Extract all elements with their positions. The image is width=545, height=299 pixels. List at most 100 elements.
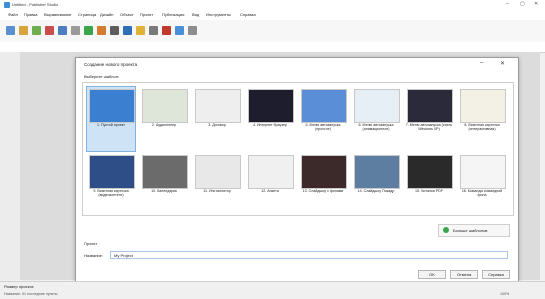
template-thumbnail bbox=[89, 89, 135, 123]
close-button[interactable]: ✕ bbox=[534, 1, 538, 7]
template-label: 6. Меню автозапуска (анимационное) bbox=[358, 123, 394, 131]
template-thumbnail bbox=[142, 89, 188, 123]
template-label: 4. Интернет браузер bbox=[252, 123, 288, 127]
toolbar-tool-icon[interactable] bbox=[97, 26, 106, 35]
app-icon bbox=[4, 2, 10, 8]
menu-edit[interactable]: Правка bbox=[24, 12, 38, 17]
minimize-button[interactable]: – bbox=[506, 1, 509, 7]
dialog-close-button[interactable]: ✕ bbox=[500, 60, 505, 67]
window-title: Untitled - Publisher Studio bbox=[12, 2, 59, 7]
name-label: Название: bbox=[84, 253, 103, 258]
template-card[interactable]: 3. Договор bbox=[193, 87, 241, 151]
template-label: 7. Меню автозапуска (стиль Windows XP) bbox=[405, 123, 453, 131]
project-name-input[interactable]: My Project bbox=[110, 251, 508, 259]
template-thumbnail bbox=[301, 89, 347, 123]
template-gallery: 1. Пустой проект 2. Аудиоплеер 3. Договор 4… bbox=[82, 82, 514, 216]
template-card[interactable]: 10. Календарик bbox=[140, 153, 188, 217]
template-thumbnail bbox=[248, 155, 294, 189]
toolbar-tool-icon[interactable] bbox=[175, 26, 184, 35]
toolbar-tool-icon[interactable] bbox=[188, 26, 197, 35]
template-label: 13. Слайдшоу с фонами bbox=[302, 189, 344, 193]
menu-object[interactable]: Объект bbox=[120, 12, 134, 17]
template-card[interactable]: 16. Команды командной фона bbox=[458, 153, 506, 217]
template-thumbnail bbox=[89, 155, 135, 189]
status-bar: Размер проекта Название: 01 последние пу… bbox=[0, 281, 545, 299]
toolbar-tool-icon[interactable] bbox=[136, 26, 145, 35]
template-thumbnail bbox=[301, 155, 347, 189]
more-templates-label: Больше шаблонов bbox=[453, 228, 488, 233]
template-card[interactable]: 15. Читалка PDF bbox=[405, 153, 453, 217]
template-label: 16. Команды командной фона bbox=[461, 189, 503, 197]
status-text: Размер проекта bbox=[4, 284, 34, 289]
toolbar-tool-icon[interactable] bbox=[32, 26, 41, 35]
toolbar-tool-icon[interactable] bbox=[19, 26, 28, 35]
cancel-button[interactable]: Отмена bbox=[450, 270, 478, 279]
template-thumbnail bbox=[195, 155, 241, 189]
menu-bar: Файл Правка Выравнивание Страница Дизайн… bbox=[0, 10, 545, 20]
template-card[interactable]: 12. Анкета bbox=[246, 153, 294, 217]
template-card[interactable]: 8. Визитная карточка (интерактивная) bbox=[458, 87, 506, 151]
ok-button[interactable]: OK bbox=[418, 270, 446, 279]
toolbar-tool-icon[interactable] bbox=[71, 26, 80, 35]
template-thumbnail bbox=[354, 89, 400, 123]
template-label: 8. Визитная карточка (интерактивная) bbox=[464, 123, 500, 131]
menu-page[interactable]: Страница bbox=[78, 12, 96, 17]
template-pick-label: Выберите шаблон: bbox=[84, 74, 120, 79]
template-thumbnail bbox=[407, 155, 453, 189]
template-thumbnail bbox=[142, 155, 188, 189]
menu-file[interactable]: Файл bbox=[8, 12, 18, 17]
dialog-minimize-button[interactable]: – bbox=[480, 60, 483, 66]
menu-view[interactable]: Вид bbox=[192, 12, 199, 17]
menu-tools[interactable]: Инструменты bbox=[206, 12, 231, 17]
toolbar-tool-icon[interactable] bbox=[123, 26, 132, 35]
menu-publish[interactable]: Публикация bbox=[162, 12, 184, 17]
template-thumbnail bbox=[248, 89, 294, 123]
template-thumbnail bbox=[195, 89, 241, 123]
menu-align[interactable]: Выравнивание bbox=[44, 12, 72, 17]
template-card[interactable]: 5. Меню автозапуска (простое) bbox=[299, 87, 347, 151]
dialog-title: Создание нового проекта bbox=[84, 62, 138, 67]
toolbar bbox=[0, 20, 545, 43]
new-project-dialog: Создание нового проекта – ✕ Выберите шаб… bbox=[75, 57, 519, 283]
template-thumbnail bbox=[407, 89, 453, 123]
maximize-button[interactable]: ▢ bbox=[520, 1, 525, 7]
template-thumbnail bbox=[460, 155, 506, 189]
template-label: 1. Пустой проект bbox=[97, 123, 125, 127]
template-label: 3. Договор bbox=[208, 123, 226, 127]
title-bar: Untitled - Publisher Studio – ▢ ✕ bbox=[0, 0, 545, 10]
template-card[interactable]: 14. Слайдшоу Покадр bbox=[352, 153, 400, 217]
template-card[interactable]: 2. Аудиоплеер bbox=[140, 87, 188, 151]
left-panel bbox=[0, 52, 21, 280]
toolbar-tool-icon[interactable] bbox=[149, 26, 158, 35]
template-card[interactable]: 6. Меню автозапуска (анимационное) bbox=[352, 87, 400, 151]
toolbar-tool-icon[interactable] bbox=[6, 26, 15, 35]
template-card[interactable]: 9. Визитная карточка (видеоконтент) bbox=[87, 153, 135, 217]
menu-design[interactable]: Дизайн bbox=[100, 12, 113, 17]
template-label: 11. Инсталлятор bbox=[203, 189, 231, 193]
template-card[interactable]: 13. Слайдшоу с фонами bbox=[299, 153, 347, 217]
template-label: 2. Аудиоплеер bbox=[151, 123, 177, 127]
template-label: 12. Анкета bbox=[261, 189, 279, 193]
more-templates-button[interactable]: Больше шаблонов bbox=[438, 224, 510, 237]
status-subtext: Название: 01 последние пункты bbox=[4, 292, 58, 296]
toolbar-tool-icon[interactable] bbox=[84, 26, 93, 35]
menu-project[interactable]: Проект bbox=[140, 12, 153, 17]
template-card[interactable]: 11. Инсталлятор bbox=[193, 153, 241, 217]
template-card[interactable]: 7. Меню автозапуска (стиль Windows XP) bbox=[405, 87, 453, 151]
template-thumbnail bbox=[460, 89, 506, 123]
template-card[interactable]: 1. Пустой проект bbox=[86, 86, 136, 152]
template-label: 10. Календарик bbox=[151, 189, 177, 193]
template-label: 14. Слайдшоу Покадр bbox=[357, 189, 395, 193]
toolbar-tool-icon[interactable] bbox=[45, 26, 54, 35]
menu-help[interactable]: Справка bbox=[240, 12, 256, 17]
template-label: 5. Меню автозапуска (простое) bbox=[305, 123, 341, 131]
globe-icon bbox=[443, 227, 449, 233]
help-button[interactable]: Справка bbox=[482, 270, 510, 279]
project-section-label: Проект bbox=[84, 241, 98, 246]
toolbar-tool-icon[interactable] bbox=[110, 26, 119, 35]
toolbar-tool-icon[interactable] bbox=[58, 26, 67, 35]
template-card[interactable]: 4. Интернет браузер bbox=[246, 87, 294, 151]
toolbar-tool-icon[interactable] bbox=[162, 26, 171, 35]
zoom-level: 100% bbox=[500, 292, 510, 296]
template-thumbnail bbox=[354, 155, 400, 189]
